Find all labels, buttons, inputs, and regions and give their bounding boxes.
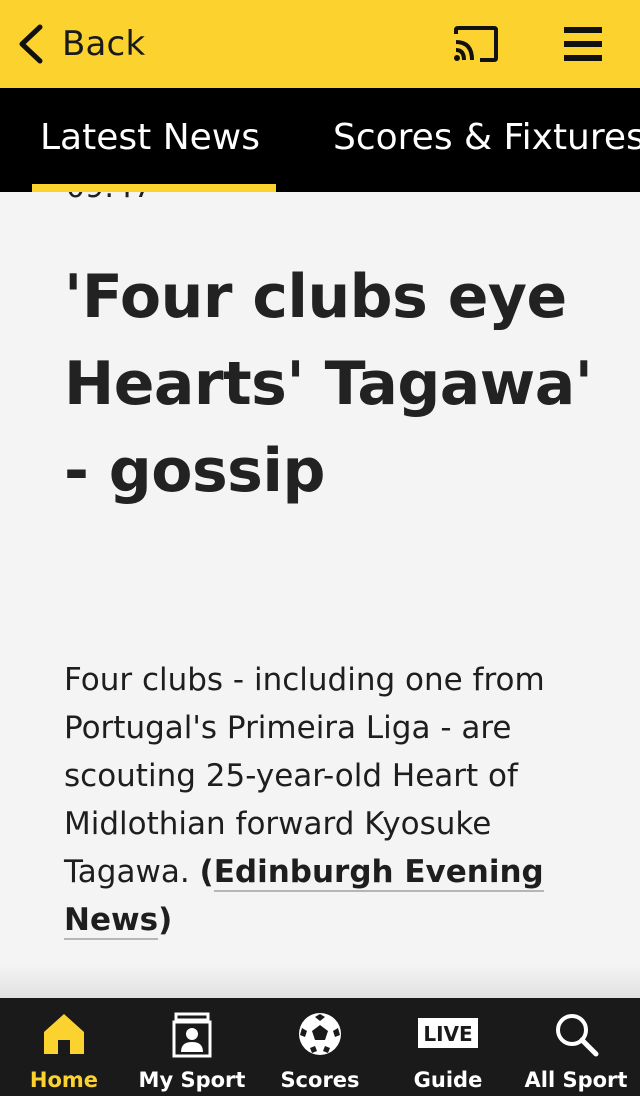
nav-all-sport[interactable]: All Sport	[512, 998, 640, 1096]
nav-scores-label: Scores	[280, 1068, 360, 1092]
chevron-left-icon	[19, 24, 43, 64]
nav-all-sport-label: All Sport	[524, 1068, 628, 1092]
source-close-paren: )	[158, 902, 173, 938]
tab-latest-news[interactable]: Latest News	[40, 88, 260, 192]
back-label: Back	[62, 24, 146, 64]
source-open-paren: (	[199, 854, 214, 890]
article-content: 09:47 'Four clubs eye Hearts' Tagawa' - …	[0, 192, 640, 998]
top-bar: Back	[0, 0, 640, 88]
tab-scores-fixtures[interactable]: Scores & Fixtures	[333, 88, 640, 192]
article-timestamp: 09:47	[66, 192, 152, 205]
football-icon	[299, 1013, 341, 1055]
nav-guide[interactable]: LIVE Guide	[384, 998, 512, 1096]
article-headline: 'Four clubs eye Hearts' Tagawa' - gossip	[64, 262, 593, 506]
cast-icon[interactable]	[452, 24, 500, 64]
nav-scores[interactable]: Scores	[256, 998, 384, 1096]
search-icon	[556, 1014, 599, 1057]
active-tab-indicator	[32, 184, 276, 192]
nav-home-label: Home	[29, 1068, 99, 1092]
tab-bar: Latest News Scores & Fixtures	[0, 88, 640, 192]
bottom-nav: Home My Sport Scores LIVE Guide All Spor…	[0, 998, 640, 1096]
hamburger-menu-icon[interactable]	[562, 24, 604, 64]
nav-my-sport-label: My Sport	[138, 1068, 246, 1092]
live-guide-icon: LIVE	[418, 1018, 478, 1048]
back-button[interactable]: Back	[16, 20, 145, 68]
nav-guide-label: Guide	[413, 1068, 483, 1092]
nav-my-sport[interactable]: My Sport	[128, 998, 256, 1096]
home-icon	[44, 1014, 84, 1054]
svg-text:LIVE: LIVE	[423, 1022, 472, 1046]
my-sport-icon	[172, 1012, 212, 1058]
nav-home[interactable]: Home	[0, 998, 128, 1096]
nav-shadow	[0, 964, 640, 998]
article-body: Four clubs - including one from Portugal…	[64, 656, 604, 944]
